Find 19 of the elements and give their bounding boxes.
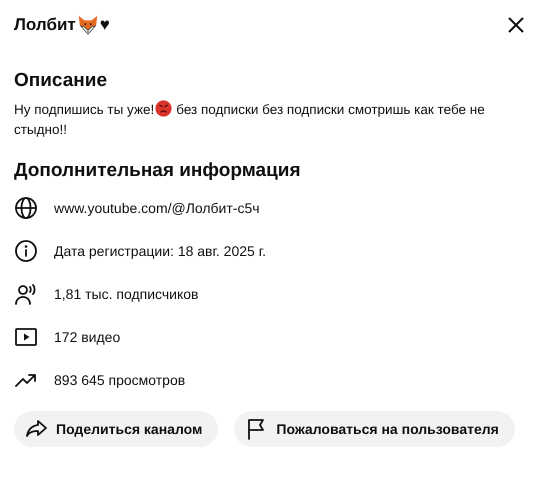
- person-broadcast-icon: [14, 282, 38, 306]
- detail-text: 1,81 тыс. подписчиков: [54, 286, 198, 302]
- section-heading: Дополнительная информация: [14, 160, 302, 182]
- channel-name: Лолбит: [14, 15, 76, 35]
- description-text: стыдно!!: [14, 122, 67, 137]
- detail-text: 172 видео: [54, 328, 120, 344]
- detail-text: 893 645 просмотров: [54, 372, 186, 388]
- globe-icon: [14, 196, 38, 220]
- section-heading: Описание: [14, 70, 108, 92]
- description-text: Ну подпишись ты уже!: [14, 102, 154, 117]
- share-button[interactable]: Поделиться каналом: [14, 411, 218, 447]
- fox-icon: [76, 14, 99, 36]
- info-icon: [14, 238, 38, 262]
- channel-link[interactable]: www.youtube.com/@Лолбит-с5ч: [54, 200, 260, 216]
- angry-face-icon: [155, 100, 172, 117]
- report-button[interactable]: Пожаловаться на пользователя: [234, 411, 515, 447]
- description-text: без подписки без подписки смотришь как тебе не: [176, 102, 485, 117]
- heart-symbol: ♥: [100, 15, 110, 35]
- detail-text: Дата регистрации: 18 авг. 2025 г.: [54, 242, 266, 258]
